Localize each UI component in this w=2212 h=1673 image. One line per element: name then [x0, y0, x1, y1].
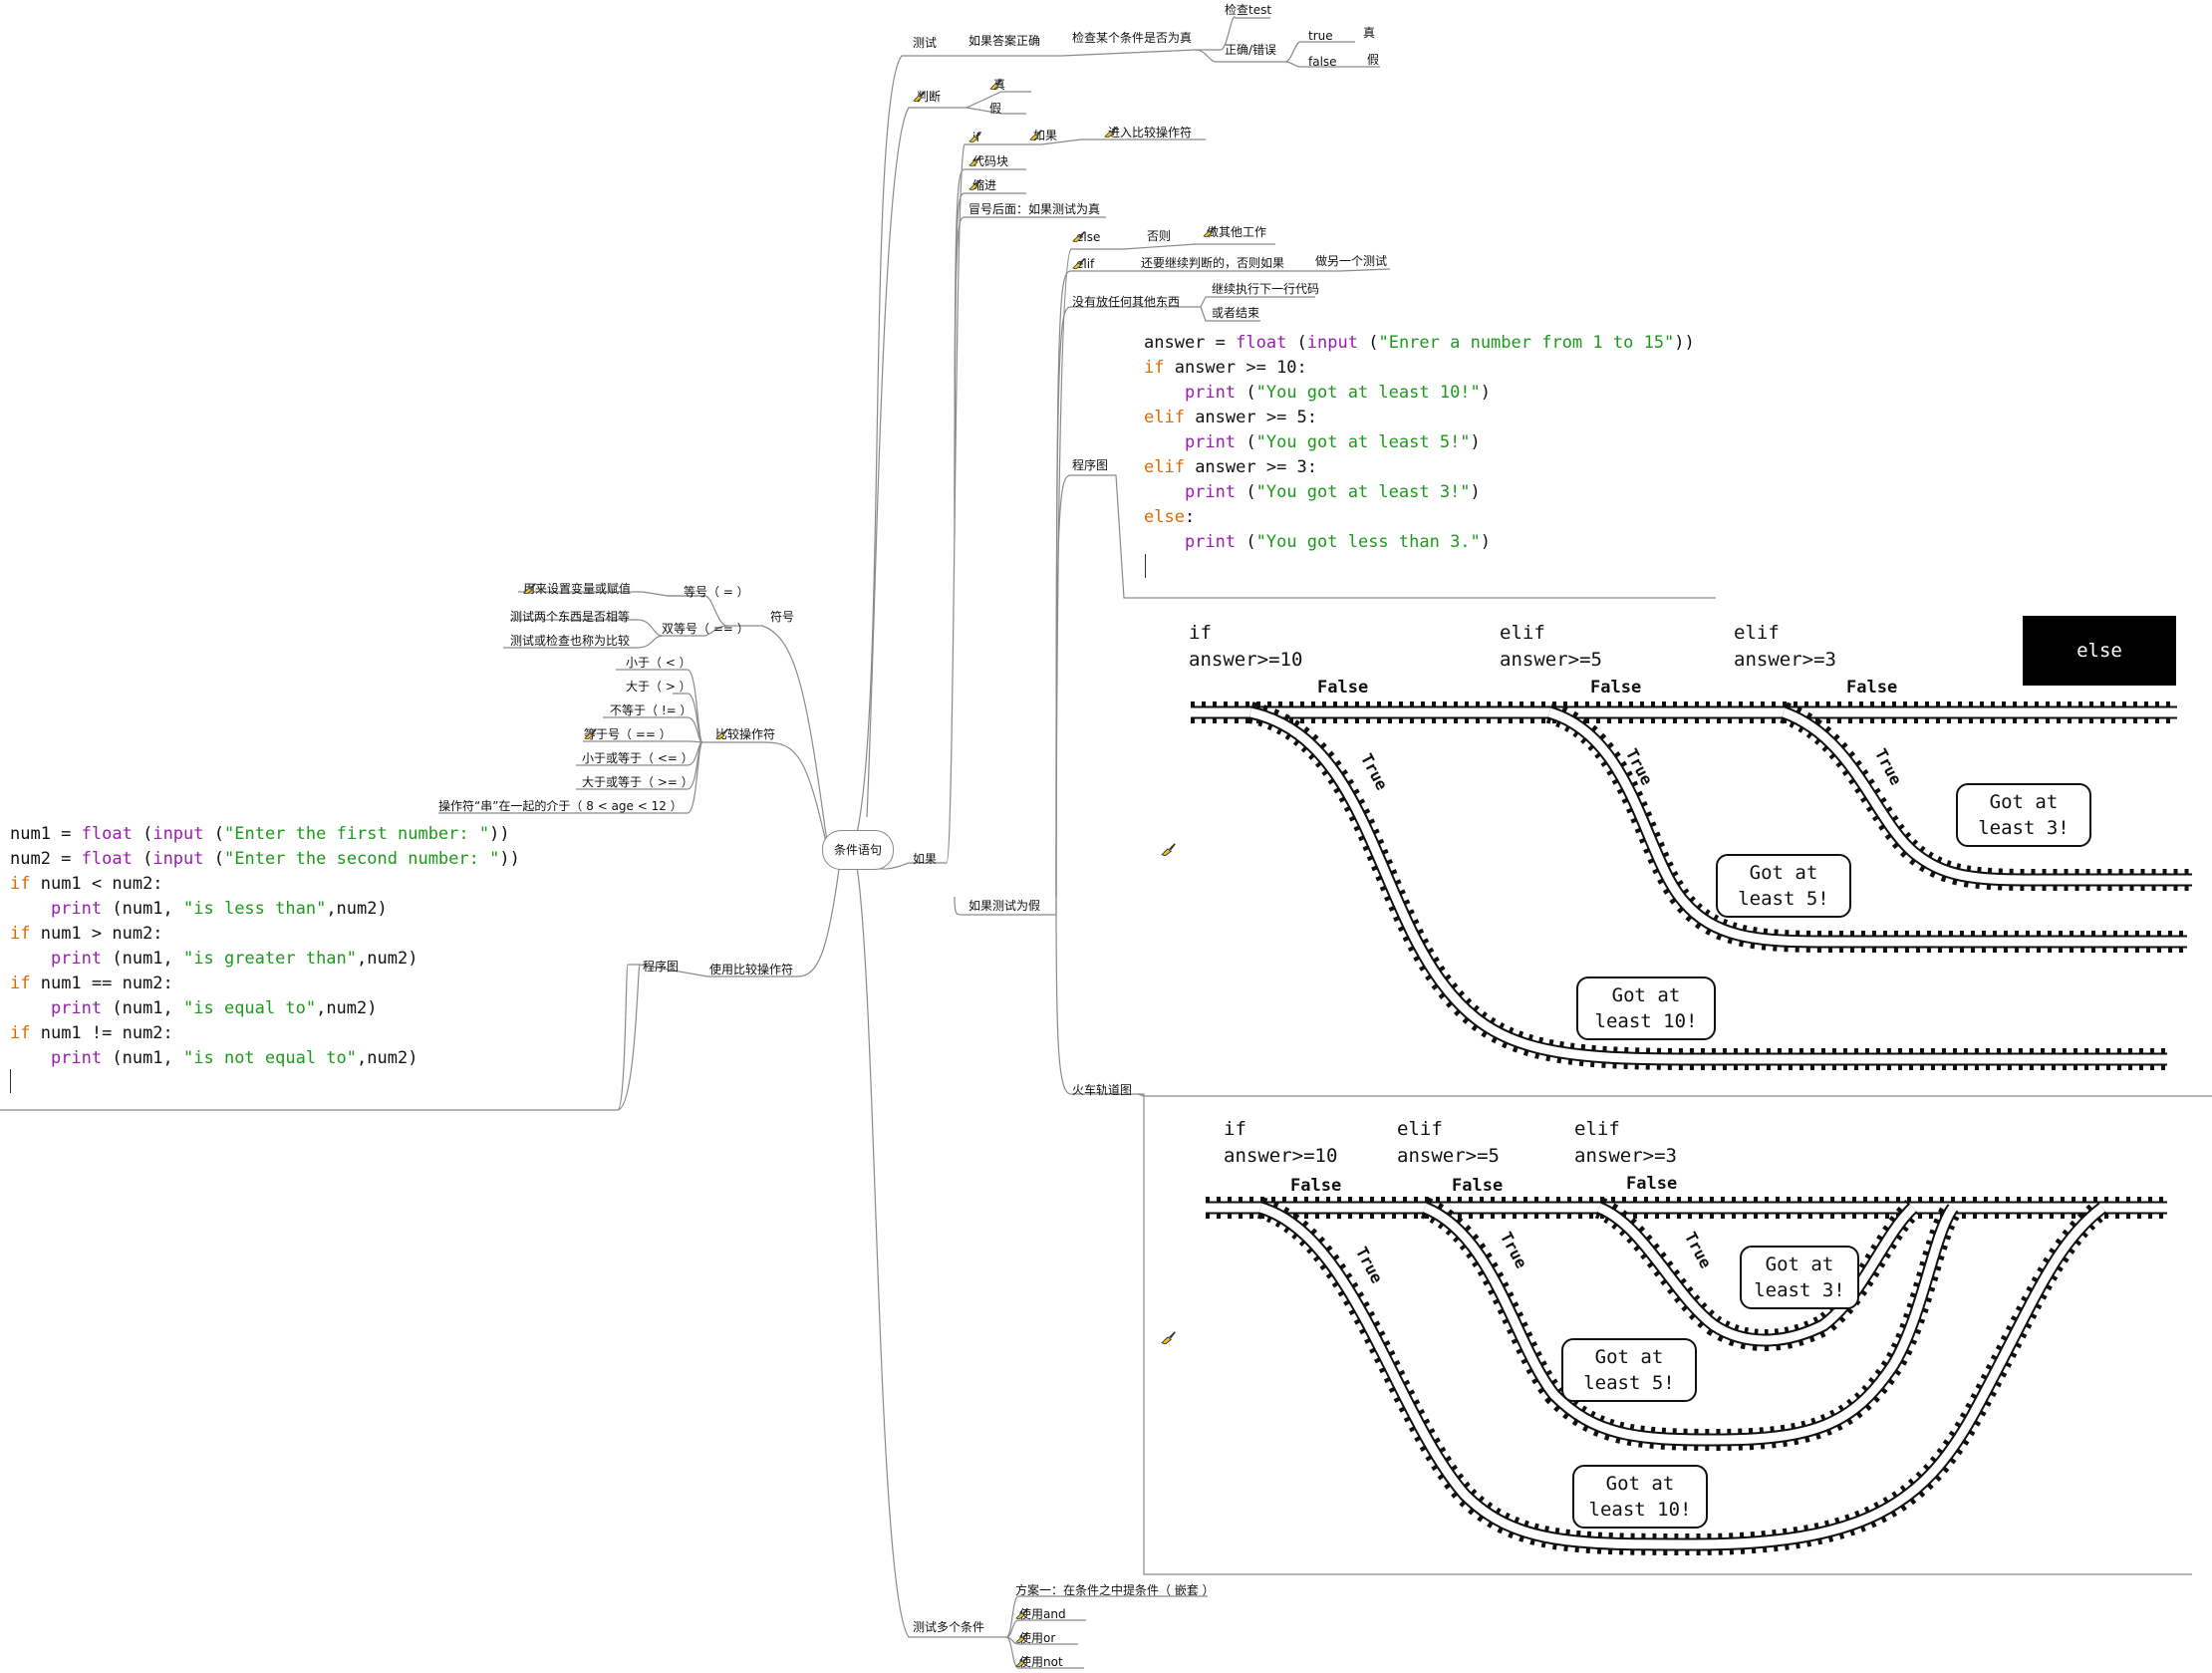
track2-header: elif answer>=5	[1397, 1118, 1500, 1167]
track2-header: elif answer>=3	[1574, 1118, 1677, 1167]
track2-false-label: False	[1452, 1176, 1504, 1196]
track2-header: if answer>=10	[1224, 1118, 1338, 1167]
track2-bubble: Got at least 5!	[1561, 1338, 1697, 1402]
mindmap-canvas: 条件语句 测试 如果答案正确 检查某个条件是否为真 检查test 正确/错误 t…	[0, 0, 2212, 1673]
track2-bubble: Got at least 10!	[1572, 1465, 1708, 1529]
track2-false-label: False	[1626, 1174, 1678, 1194]
track2-false-label: False	[1290, 1176, 1342, 1196]
track2-bubble: Got at least 3!	[1740, 1246, 1859, 1309]
train-track-diagram-2	[1206, 1197, 2167, 1556]
